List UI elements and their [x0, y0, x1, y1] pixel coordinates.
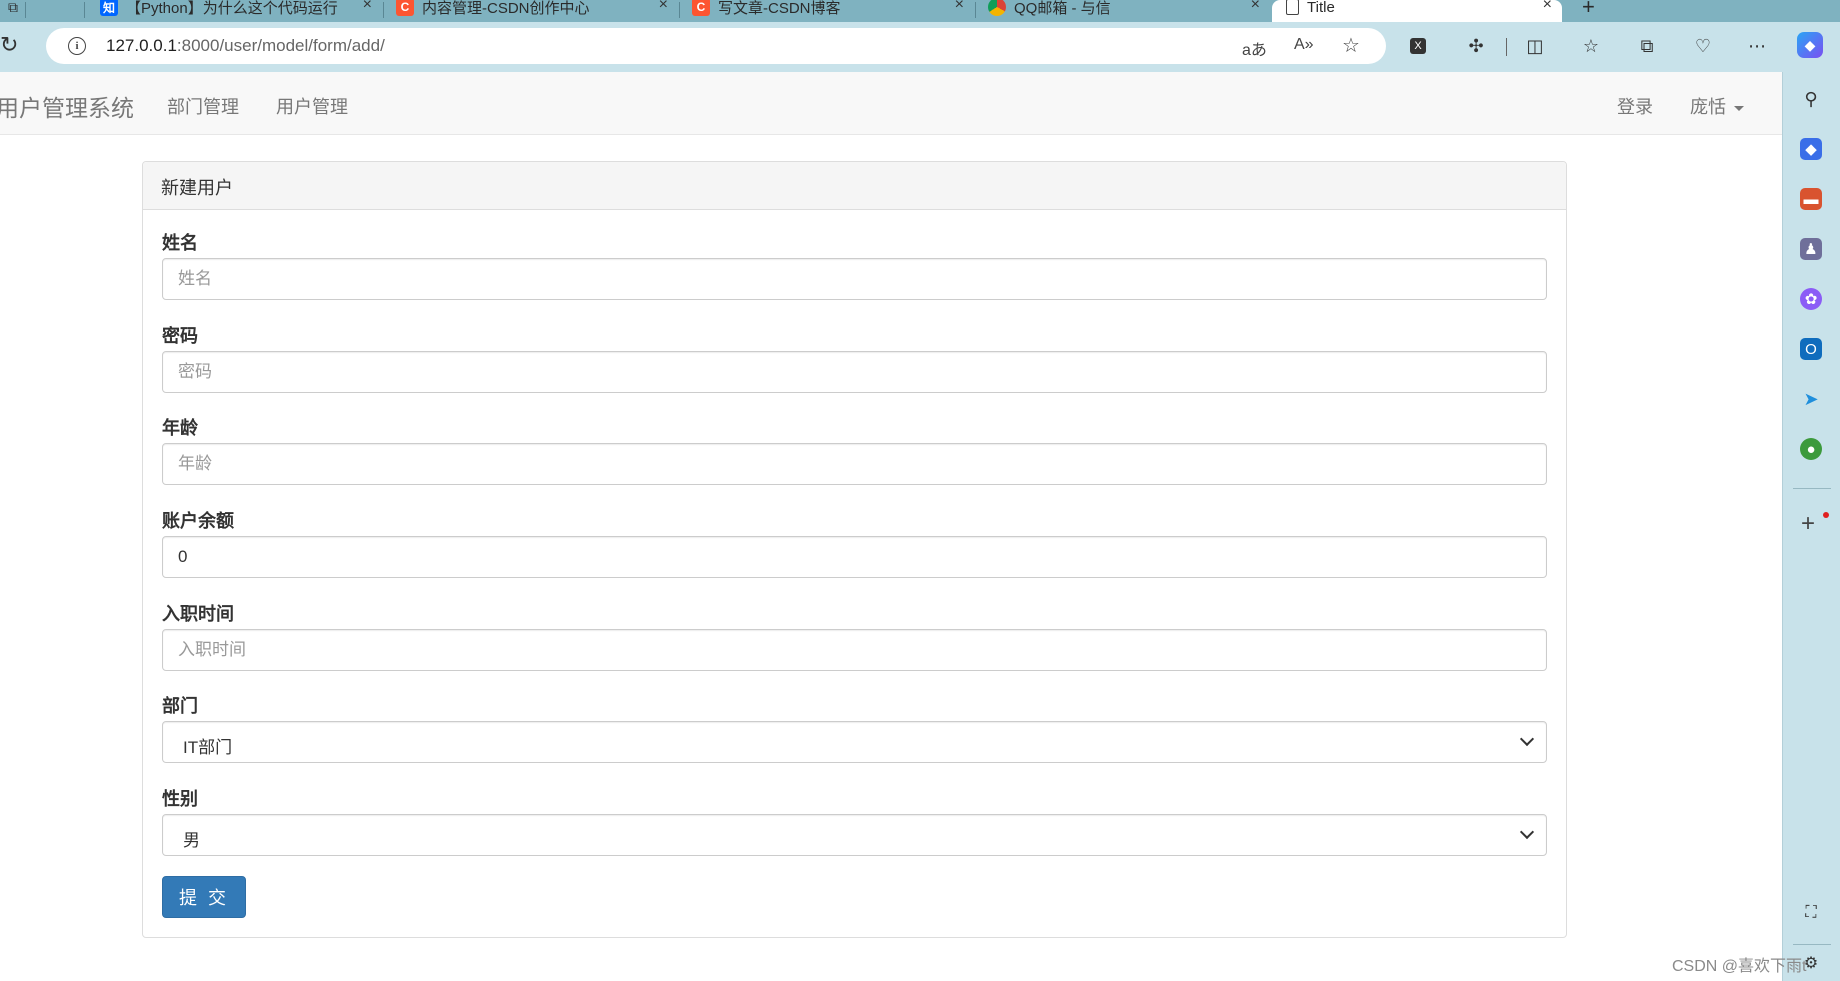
split-screen-icon[interactable]: ◫ [1524, 35, 1546, 57]
tools-icon[interactable]: ▬ [1800, 188, 1822, 210]
create-time-input[interactable] [162, 629, 1547, 671]
tab-title: 【Python】为什么这个代码运行 [126, 0, 338, 17]
csdn-watermark: CSDN @喜欢下雨t [1672, 958, 1807, 975]
tab-zhihu[interactable]: 知 【Python】为什么这个代码运行 × [92, 0, 382, 22]
extensions-puzzle-icon[interactable]: ✣ [1465, 35, 1487, 57]
tab-separator [975, 2, 976, 18]
balance-label: 账户余额 [162, 511, 234, 531]
microsoft-365-icon[interactable]: ✿ [1800, 288, 1822, 310]
field-create-time: 入职时间 [162, 600, 1547, 671]
tab-title: 写文章-CSDN博客 [718, 0, 841, 17]
brand-title[interactable]: 用户管理系统 [0, 89, 134, 123]
app-icon[interactable]: ● [1800, 438, 1822, 460]
info-icon[interactable]: i [68, 37, 86, 55]
name-label: 姓名 [162, 233, 198, 253]
close-icon[interactable]: × [955, 0, 964, 14]
shopping-tag-icon[interactable]: ◆ [1800, 138, 1822, 160]
url-host: 127.0.0.1 [106, 36, 177, 55]
department-select[interactable]: IT部门 [162, 721, 1547, 763]
password-label: 密码 [162, 326, 198, 346]
csdn-icon: C [396, 0, 414, 16]
more-menu-icon[interactable]: ⋯ [1746, 35, 1768, 57]
reload-icon[interactable]: ↻ [0, 32, 18, 58]
nav-link-login[interactable]: 登录 [1617, 93, 1653, 119]
new-user-panel: 新建用户 姓名 密码 年龄 账户余额 入职时间 部门 IT部门 性别 男 提 交 [142, 161, 1567, 938]
tab-separator [679, 2, 680, 18]
favorite-star-icon[interactable]: ☆ [1342, 33, 1360, 58]
extension-x-icon[interactable]: X [1410, 38, 1426, 54]
sidebar-divider [1793, 488, 1831, 489]
password-input[interactable] [162, 351, 1547, 393]
gender-select[interactable]: 男 [162, 814, 1547, 856]
chevron-down-icon [1519, 824, 1535, 840]
tab-strip: ⧉ 知 【Python】为什么这个代码运行 × C 内容管理-CSDN创作中心 … [0, 0, 1840, 22]
browser-toolbar: ↻ i 127.0.0.1:8000/user/model/form/add/ … [0, 22, 1840, 72]
navbar: 用户管理系统 部门管理 用户管理 登录 庞恬 [0, 72, 1782, 135]
add-icon[interactable]: + [1801, 510, 1815, 538]
edge-sidebar: ⚲ ◆ ▬ ♟ ✿ O ➤ ● + ⛶ ⚙ [1782, 72, 1840, 981]
field-age: 年龄 [162, 414, 1547, 485]
games-icon[interactable]: ♟ [1800, 238, 1822, 260]
caret-down-icon [1734, 105, 1744, 111]
page-icon [1286, 0, 1299, 15]
zhihu-icon: 知 [100, 0, 118, 16]
tab-separator [25, 2, 26, 18]
close-icon[interactable]: × [1251, 0, 1260, 14]
tab-title: 内容管理-CSDN创作中心 [422, 0, 590, 17]
read-aloud-icon[interactable]: A» [1294, 36, 1314, 54]
department-selected-value: IT部门 [183, 738, 233, 757]
tab-groups-button[interactable]: ⧉ [0, 0, 25, 22]
translate-icon[interactable]: aあ [1242, 36, 1267, 60]
user-dropdown[interactable]: 庞恬 [1690, 93, 1744, 119]
outlook-icon[interactable]: O [1800, 338, 1822, 360]
tab-csdn-write[interactable]: C 写文章-CSDN博客 × [684, 0, 974, 22]
telegram-icon[interactable]: ➤ [1800, 388, 1822, 410]
browser-essentials-icon[interactable]: ♡ [1692, 35, 1714, 57]
field-password: 密码 [162, 322, 1547, 393]
search-icon[interactable]: ⚲ [1800, 88, 1822, 110]
tab-title: QQ邮箱 - 与信 [1014, 0, 1111, 17]
tab-csdn-content[interactable]: C 内容管理-CSDN创作中心 × [388, 0, 678, 22]
department-label: 部门 [162, 696, 198, 716]
field-gender: 性别 男 [162, 785, 1547, 856]
collections-icon[interactable]: ⧉ [1636, 35, 1658, 57]
notification-dot [1823, 512, 1829, 518]
close-icon[interactable]: × [363, 0, 372, 14]
age-input[interactable] [162, 443, 1547, 485]
new-tab-button[interactable]: + [1582, 0, 1595, 20]
age-label: 年龄 [162, 418, 198, 438]
user-name: 庞恬 [1690, 97, 1726, 117]
sidebar-divider [1793, 944, 1831, 945]
chrome-icon [988, 0, 1006, 16]
balance-input[interactable] [162, 536, 1547, 578]
copilot-icon[interactable]: ◆ [1797, 32, 1823, 58]
close-icon[interactable]: × [659, 0, 668, 14]
tab-separator [84, 2, 85, 18]
nav-link-departments[interactable]: 部门管理 [167, 93, 239, 119]
csdn-icon: C [692, 0, 710, 16]
toolbar-divider [1506, 38, 1507, 56]
name-input[interactable] [162, 258, 1547, 300]
url-path: :8000/user/model/form/add/ [176, 36, 385, 55]
field-name: 姓名 [162, 229, 1547, 300]
tab-title: Title [1307, 0, 1335, 16]
screenshot-icon[interactable]: ⛶ [1800, 902, 1822, 924]
field-balance: 账户余额 [162, 507, 1547, 578]
chevron-down-icon [1519, 731, 1535, 747]
close-icon[interactable]: × [1543, 0, 1552, 14]
tab-qq-mail[interactable]: QQ邮箱 - 与信 × [980, 0, 1270, 22]
submit-button[interactable]: 提 交 [162, 876, 247, 918]
create-time-label: 入职时间 [162, 604, 234, 624]
field-department: 部门 IT部门 [162, 692, 1547, 763]
tab-separator [383, 2, 384, 18]
url-text[interactable]: 127.0.0.1:8000/user/model/form/add/ [106, 36, 385, 56]
favorites-icon[interactable]: ☆ [1580, 35, 1602, 57]
nav-link-users[interactable]: 用户管理 [276, 93, 348, 119]
panel-heading: 新建用户 [143, 162, 1566, 210]
address-bar[interactable]: i 127.0.0.1:8000/user/model/form/add/ aあ… [46, 28, 1386, 64]
tab-title-active[interactable]: Title × [1272, 0, 1562, 22]
gender-selected-value: 男 [183, 831, 200, 850]
gender-label: 性别 [162, 789, 198, 809]
